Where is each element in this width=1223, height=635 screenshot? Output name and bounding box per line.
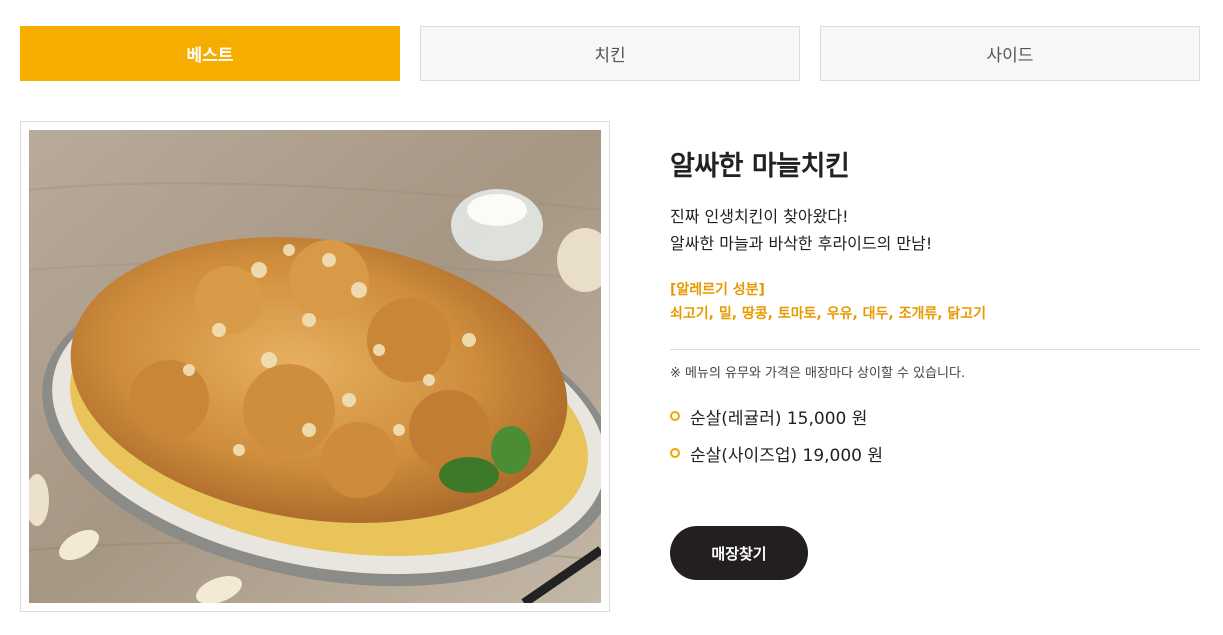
price-item-sizeup: 순살(사이즈업) 19,000 원 [670,439,883,467]
circle-bullet-icon [670,411,680,421]
price-list: 순살(레귤러) 15,000 원 순살(사이즈업) 19,000 원 [670,402,883,476]
product-photo [29,130,601,603]
price-label: 순살(레귤러) 15,000 원 [690,408,868,429]
product-image-frame [20,121,610,612]
find-store-button[interactable]: 매장찾기 [670,526,808,580]
allergy-heading: [알레르기 성분] [670,282,765,298]
tab-chicken[interactable]: 치킨 [420,26,800,81]
price-notice: ※ 메뉴의 유무와 가격은 매장마다 상이할 수 있습니다. [670,366,966,381]
product-title: 알싸한 마늘치킨 [670,151,850,182]
price-label: 순살(사이즈업) 19,000 원 [690,445,884,466]
description-line-2: 알싸한 마늘과 바삭한 후라이드의 만남! [670,234,933,253]
product-info: 알싸한 마늘치킨 진짜 인생치킨이 찾아왔다! 알싸한 마늘과 바삭한 후라이드… [670,140,1200,323]
description-line-1: 진짜 인생치킨이 찾아왔다! [670,207,849,226]
tab-best[interactable]: 베스트 [20,26,400,81]
divider [670,349,1200,350]
price-item-regular: 순살(레귤러) 15,000 원 [670,402,883,430]
allergy-list: 쇠고기, 밀, 땅콩, 토마토, 우유, 대두, 조개류, 닭고기 [670,306,987,322]
circle-bullet-icon [670,448,680,458]
tab-side[interactable]: 사이드 [820,26,1200,81]
category-tabs: 베스트 치킨 사이드 [20,26,1200,81]
product-description: 진짜 인생치킨이 찾아왔다! 알싸한 마늘과 바삭한 후라이드의 만남! [670,203,1200,257]
